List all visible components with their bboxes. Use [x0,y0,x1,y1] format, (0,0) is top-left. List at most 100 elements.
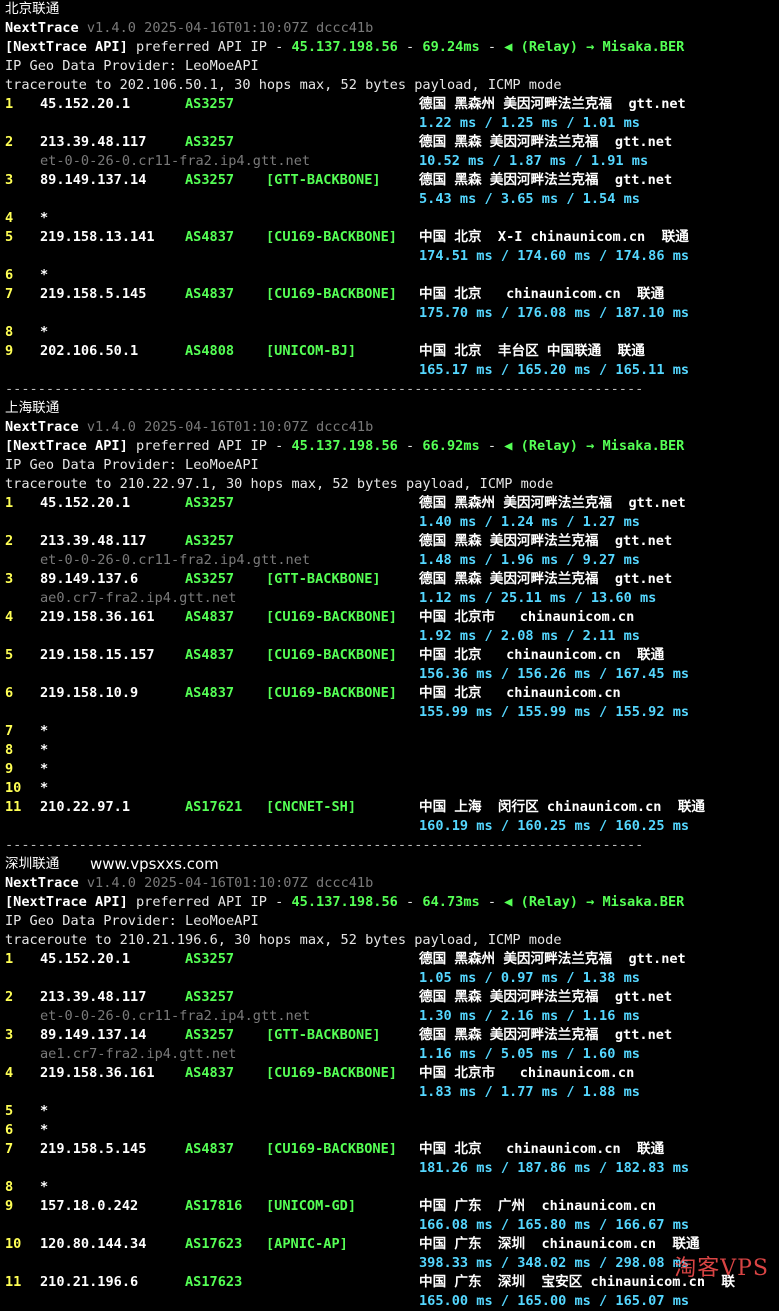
hop-row: 6 * [5,266,779,285]
hop-asn: AS4837 [185,1141,235,1157]
hop-ip: * [40,780,49,796]
hop-ip: 219.158.10.9 [40,685,139,701]
hop-asn: AS4808 [185,343,235,359]
geo-provider-line: IP Geo Data Provider: LeoMoeAPI [5,57,779,76]
api-line: [NextTrace API] preferred API IP - 45.13… [5,38,779,57]
hop-tag: [CU169-BACKBONE] [266,286,397,302]
hop-asn: AS3257 [185,571,235,587]
hop-number: 6 [5,1122,14,1138]
hop-ip: 213.39.48.117 [40,134,147,150]
hop-number: 3 [5,1027,14,1043]
hop-number: 2 [5,989,14,1005]
hop-geo: 中国 广东 深圳 chinaunicom.cn 联通 [419,1236,700,1252]
traceroute-header: traceroute to 210.21.196.6, 30 hops max,… [5,931,779,950]
hop-ip: 89.149.137.14 [40,1027,147,1043]
hop-detail-row: 1.05 ms / 0.97 ms / 1.38 ms [5,969,779,988]
site-url: www.vpsxxs.com [90,855,219,873]
hop-tag: [CU169-BACKBONE] [266,609,397,625]
hop-geo: 中国 北京市 chinaunicom.cn [419,609,635,625]
hop-number: 7 [5,1141,14,1157]
hop-asn: AS17623 [185,1274,243,1290]
section-title-text: 上海联通 [5,400,60,416]
api-line: [NextTrace API] preferred API IP - 45.13… [5,893,779,912]
hop-row: 5 219.158.13.141 AS4837 [CU169-BACKBONE] 中国 … [5,228,779,247]
hop-detail-row: 165.00 ms / 165.00 ms / 165.07 ms [5,1292,779,1311]
hop-detail-row: et-0-0-26-0.cr11-fra2.ip4.gtt.net 1.48 ms… [5,551,779,570]
hop-ip: 219.158.13.141 [40,229,155,245]
hop-number: 7 [5,286,14,302]
hop-asn: AS4837 [185,609,235,625]
hop-asn: AS3257 [185,134,235,150]
hop-row: 2 213.39.48.117 AS3257 德国 黑森 美因河畔法兰克福 gtt.n… [5,532,779,551]
hop-asn: AS17623 [185,1236,243,1252]
api-dash: - [397,894,423,910]
hop-row: 8 * [5,323,779,342]
api-line: [NextTrace API] preferred API IP - 45.13… [5,437,779,456]
hop-ip: 219.158.36.161 [40,1065,155,1081]
hop-ip: * [40,723,49,739]
nexttrace-version-line: NextTrace v1.4.0 2025-04-16T01:10:07Z dc… [5,19,779,38]
hop-asn: AS3257 [185,989,235,1005]
separator: ----------------------------------------… [5,380,779,399]
hop-tag: [CU169-BACKBONE] [266,229,397,245]
hop-tag: [CU169-BACKBONE] [266,647,397,663]
hop-geo: 中国 北京 chinaunicom.cn 联通 [419,286,665,302]
hop-number: 5 [5,229,14,245]
api-label: [NextTrace API] [5,39,128,55]
api-pref: preferred API IP - [127,39,292,55]
api-dash: - [397,39,423,55]
hop-tag: [CU169-BACKBONE] [266,1065,397,1081]
hop-rtt: 398.33 ms / 348.02 ms / 298.08 ms [419,1255,690,1271]
hop-number: 4 [5,210,14,226]
hop-asn: AS4837 [185,1065,235,1081]
hop-row: 8 * [5,1178,779,1197]
hop-geo: 德国 黑森 美因河畔法兰克福 gtt.net [419,533,673,549]
hop-row: 3 89.149.137.14 AS3257 [GTT-BACKBONE] 德国 黑森 … [5,171,779,190]
terminal-output[interactable]: 北京联通 NextTrace v1.4.0 2025-04-16T01:10:07… [5,0,779,1311]
hop-geo: 德国 黑森 美因河畔法兰克福 gtt.net [419,134,673,150]
hop-rtt: 1.16 ms / 5.05 ms / 1.60 ms [419,1046,640,1062]
api-ip: 45.137.198.56 [291,438,398,454]
hop-row: 2 213.39.48.117 AS3257 德国 黑森 美因河畔法兰克福 gtt.n… [5,133,779,152]
geo-provider-line: IP Geo Data Provider: LeoMoeAPI [5,456,779,475]
hop-number: 1 [5,96,14,112]
hop-ip: 213.39.48.117 [40,533,147,549]
hop-asn: AS4837 [185,286,235,302]
hop-rtt: 10.52 ms / 1.87 ms / 1.91 ms [419,153,649,169]
hop-rtt: 1.92 ms / 2.08 ms / 2.11 ms [419,628,640,644]
hop-number: 3 [5,172,14,188]
section-title-text: 北京联通 [5,1,60,17]
hop-row: 4 219.158.36.161 AS4837 [CU169-BACKBONE] 中国 … [5,1064,779,1083]
hop-rtt: 1.48 ms / 1.96 ms / 9.27 ms [419,552,640,568]
hop-detail-row: 1.92 ms / 2.08 ms / 2.11 ms [5,627,779,646]
hop-asn: AS17621 [185,799,243,815]
api-latency: 69.24ms [422,39,480,55]
app-name: NextTrace [5,20,79,36]
traceroute-header: traceroute to 210.22.97.1, 30 hops max, … [5,475,779,494]
hop-number: 11 [5,799,22,815]
hop-detail-row: 398.33 ms / 348.02 ms / 298.08 ms [5,1254,779,1273]
hop-row: 10 * [5,779,779,798]
geo-provider-line: IP Geo Data Provider: LeoMoeAPI [5,912,779,931]
hop-ip: 210.21.196.6 [40,1274,139,1290]
hop-ip: 89.149.137.6 [40,571,139,587]
hop-row: 9 202.106.50.1 AS4808 [UNICOM-BJ] 中国 北京 丰台区 … [5,342,779,361]
api-dash: - [397,438,423,454]
hop-rtt: 165.00 ms / 165.00 ms / 165.07 ms [419,1293,690,1309]
hop-row: 7 219.158.5.145 AS4837 [CU169-BACKBONE] 中国 北… [5,1140,779,1159]
hop-detail-row: ae0.cr7-fra2.ip4.gtt.net 1.12 ms / 25.11 … [5,589,779,608]
hop-geo: 德国 黑森州 美因河畔法兰克福 gtt.net [419,495,686,511]
hop-number: 4 [5,1065,14,1081]
hop-row: 4 219.158.36.161 AS4837 [CU169-BACKBONE] 中国 … [5,608,779,627]
hop-geo: 中国 北京 chinaunicom.cn 联通 [419,1141,665,1157]
api-pref: preferred API IP - [127,438,292,454]
hop-number: 10 [5,780,22,796]
nexttrace-version-line: NextTrace v1.4.0 2025-04-16T01:10:07Z dc… [5,874,779,893]
hop-ip: 213.39.48.117 [40,989,147,1005]
hop-geo: 德国 黑森 美因河畔法兰克福 gtt.net [419,172,673,188]
hop-number: 2 [5,533,14,549]
hop-tag: [UNICOM-GD] [266,1198,357,1214]
separator: ----------------------------------------… [5,836,779,855]
app-name: NextTrace [5,875,79,891]
hop-rtt: 181.26 ms / 187.86 ms / 182.83 ms [419,1160,690,1176]
